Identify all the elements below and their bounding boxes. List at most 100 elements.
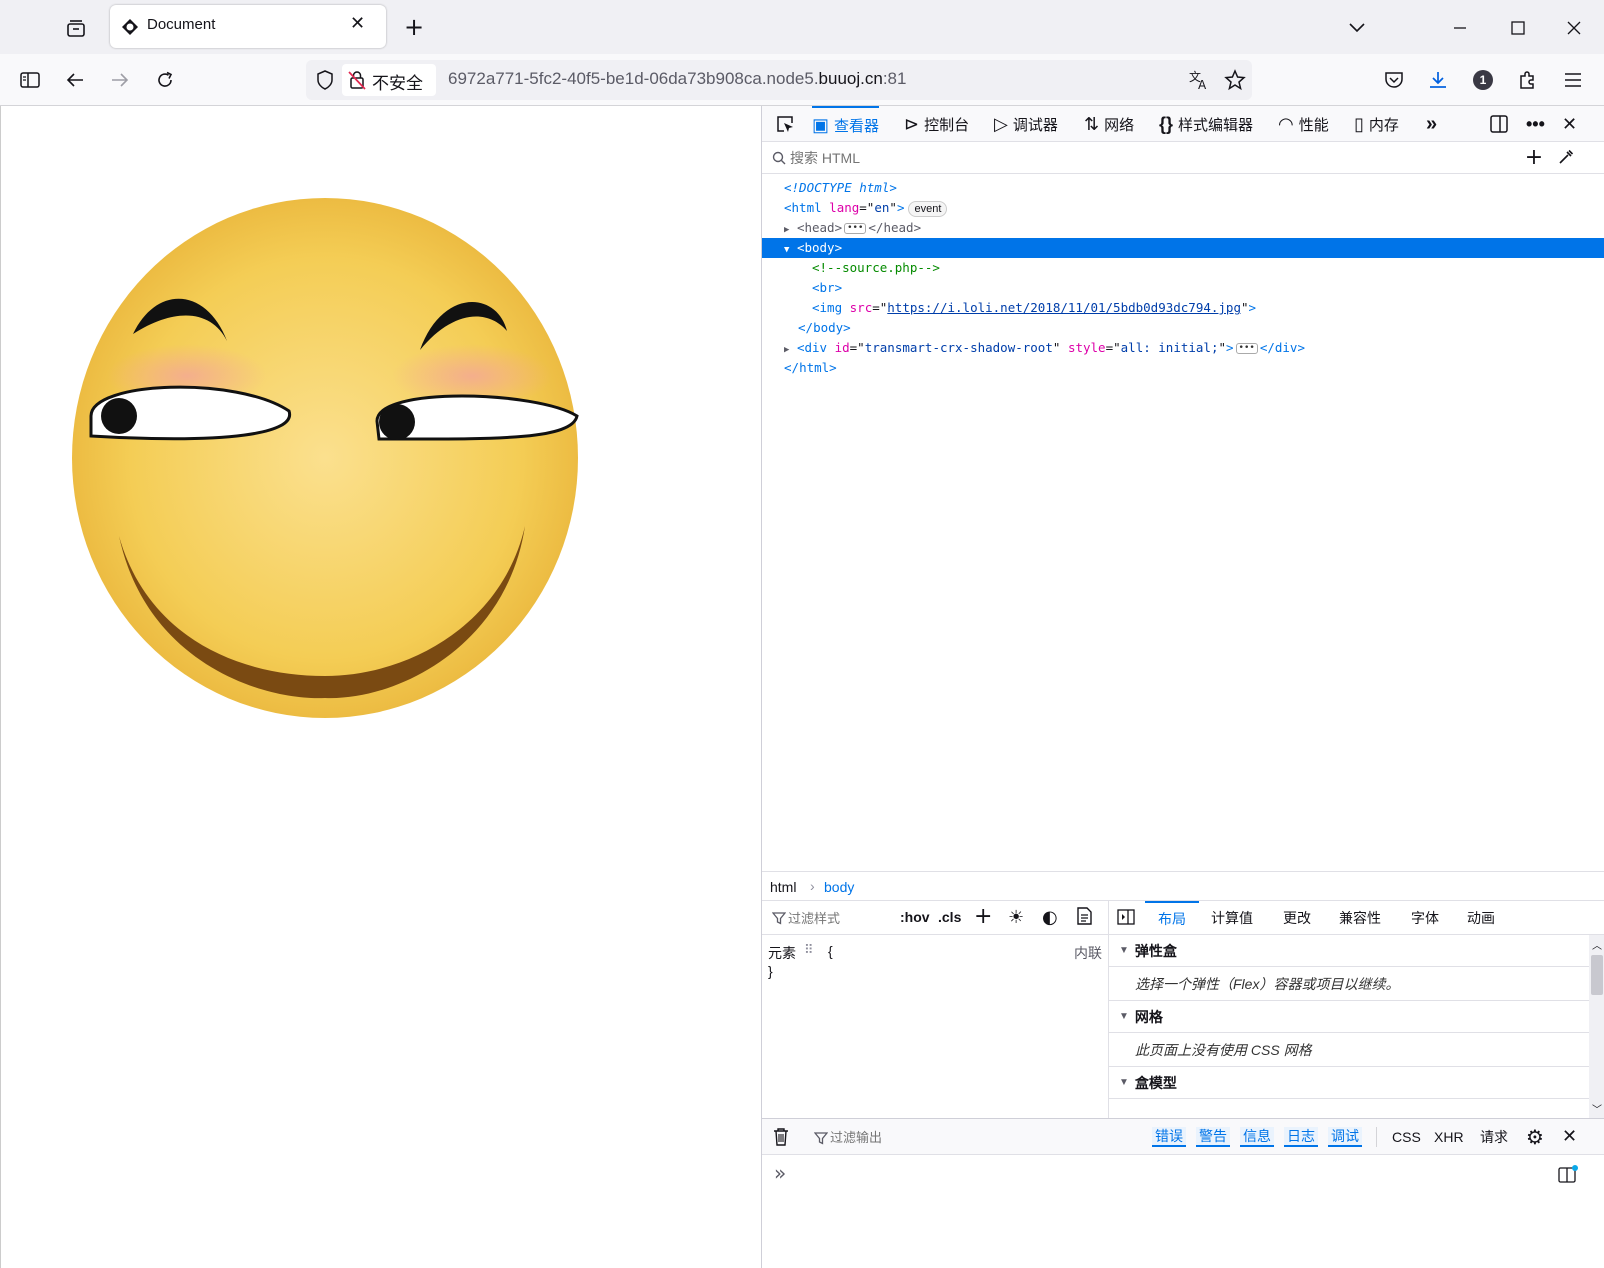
print-media-icon[interactable] — [1076, 907, 1092, 929]
tab-strip: Document ✕ + — [0, 0, 1604, 54]
tab-computed[interactable]: 计算值 — [1211, 901, 1253, 935]
security-indicator[interactable]: 不安全 — [342, 64, 436, 96]
br-node[interactable]: <br> — [812, 278, 842, 298]
ellipsis-icon[interactable]: ••• — [1235, 343, 1258, 354]
downloads-icon[interactable] — [1424, 66, 1452, 94]
breadcrumb-item-body[interactable]: body — [824, 879, 854, 895]
tab-title: Document — [147, 16, 216, 33]
expand-triangle-icon[interactable]: ▶ — [784, 345, 789, 355]
maximize-window-icon[interactable] — [1504, 14, 1532, 42]
html-node[interactable]: <html lang="en"> event — [784, 198, 948, 218]
breadcrumb-item-html[interactable]: html — [770, 879, 796, 895]
grid-section-header[interactable]: ▼ 网格 — [1109, 1001, 1589, 1033]
add-node-icon[interactable]: + — [1522, 145, 1546, 170]
url-text[interactable]: 6972a771-5fc2-40f5-be1d-06da73b908ca.nod… — [448, 69, 906, 89]
filter-warnings-toggle[interactable]: 警告 — [1196, 1119, 1230, 1155]
filter-requests-toggle[interactable]: 请求 — [1480, 1119, 1508, 1155]
pocket-icon[interactable] — [1380, 66, 1408, 94]
doctype-node[interactable]: <!DOCTYPE html> — [784, 178, 897, 198]
layout-scrollbar[interactable]: ︿ ﹀ — [1589, 935, 1604, 1118]
close-window-icon[interactable] — [1560, 14, 1588, 42]
html-close-node[interactable]: </html> — [784, 358, 837, 378]
tab-changes[interactable]: 更改 — [1283, 901, 1311, 935]
account-notification-icon[interactable]: 1 — [1469, 66, 1497, 94]
close-split-console-icon[interactable]: ✕ — [1562, 1126, 1577, 1147]
element-picker-icon[interactable] — [770, 106, 800, 142]
performance-icon: ◠ — [1278, 113, 1294, 134]
scroll-down-chevron-icon[interactable]: ﹀ — [1592, 1101, 1602, 1116]
forward-arrow-icon[interactable] — [106, 66, 134, 94]
app-menu-hamburger-icon[interactable] — [1559, 66, 1587, 94]
filter-xhr-toggle[interactable]: XHR — [1434, 1119, 1464, 1155]
scrollbar-thumb[interactable] — [1591, 955, 1603, 995]
tab-layout[interactable]: 布局 — [1145, 901, 1199, 935]
tab-compatibility[interactable]: 兼容性 — [1339, 901, 1381, 935]
console-input[interactable] — [802, 1163, 1542, 1185]
dock-side-icon[interactable] — [1490, 106, 1508, 142]
rule-grid-icon[interactable]: ⠿ — [804, 943, 814, 958]
browser-tab[interactable]: Document ✕ — [110, 5, 386, 48]
cls-toggle[interactable]: .cls — [938, 909, 961, 925]
filter-debug-toggle[interactable]: 调试 — [1328, 1119, 1362, 1155]
scroll-up-chevron-icon[interactable]: ︿ — [1592, 937, 1602, 952]
tab-animations[interactable]: 动画 — [1467, 901, 1495, 935]
filter-errors-toggle[interactable]: 错误 — [1152, 1119, 1186, 1155]
tab-inspector-label: 查看器 — [834, 117, 880, 135]
close-devtools-icon[interactable]: ✕ — [1562, 106, 1577, 142]
more-tabs-chevron-icon[interactable]: » — [1426, 106, 1437, 142]
tab-memory[interactable]: ▯ 内存 — [1354, 106, 1399, 142]
clear-console-trash-icon[interactable] — [772, 1127, 790, 1151]
editor-mode-icon[interactable] — [1558, 1165, 1578, 1187]
box-model-section-header[interactable]: ▼ 盒模型 — [1109, 1067, 1589, 1099]
translate-icon[interactable]: 文A — [1188, 69, 1210, 95]
new-tab-icon[interactable]: + — [400, 13, 428, 41]
svg-text:A: A — [1198, 78, 1207, 91]
filter-info-toggle[interactable]: 信息 — [1240, 1119, 1274, 1155]
tab-inspector[interactable]: ▣ 查看器 — [812, 106, 880, 142]
list-all-tabs-chevron-down-icon[interactable] — [1343, 14, 1371, 42]
minimize-window-icon[interactable] — [1446, 14, 1474, 42]
close-tab-icon[interactable]: ✕ — [350, 13, 365, 34]
comment-node[interactable]: <!--source.php--> — [812, 258, 940, 278]
eyedropper-icon[interactable] — [1558, 149, 1574, 169]
tab-console[interactable]: ⊳ 控制台 — [904, 106, 969, 142]
filter-output-input[interactable] — [830, 1126, 1030, 1148]
sidebar-toggle-icon[interactable] — [16, 66, 44, 94]
body-node-selected[interactable]: ▼ <body> — [762, 238, 1604, 258]
div-id-attr-name: id — [834, 340, 850, 355]
tab-fonts[interactable]: 字体 — [1411, 901, 1439, 935]
back-arrow-icon[interactable] — [61, 66, 89, 94]
tab-debugger[interactable]: ▷ 调试器 — [994, 106, 1058, 142]
div-node[interactable]: ▶ <div id="transmart-crx-shadow-root" st… — [784, 338, 1305, 358]
url-bar[interactable]: 不安全 6972a771-5fc2-40f5-be1d-06da73b908ca… — [306, 60, 1252, 100]
bookmark-star-icon[interactable] — [1224, 69, 1246, 95]
img-node[interactable]: <img src="https://i.loli.net/2018/11/01/… — [812, 298, 1256, 318]
expand-triangle-icon[interactable]: ▶ — [784, 225, 789, 235]
body-close-node[interactable]: </body> — [798, 318, 851, 338]
toggle-sidebar-icon[interactable] — [1117, 909, 1135, 929]
img-src-link[interactable]: https://i.loli.net/2018/11/01/5bdb0d93dc… — [887, 300, 1241, 315]
collapse-triangle-icon[interactable]: ▼ — [784, 245, 789, 255]
extensions-puzzle-icon[interactable] — [1514, 66, 1542, 94]
reload-icon[interactable] — [151, 66, 179, 94]
hov-toggle[interactable]: :hov — [900, 909, 930, 925]
dark-scheme-contrast-icon[interactable]: ◐ — [1042, 907, 1058, 928]
inline-source-label[interactable]: 内联 — [1074, 943, 1102, 963]
head-node[interactable]: ▶ <head> ••• </head> — [784, 218, 921, 238]
tab-style-editor[interactable]: {} 样式编辑器 — [1159, 106, 1253, 142]
search-html-input[interactable] — [790, 146, 1490, 170]
ellipsis-icon[interactable]: ••• — [844, 223, 867, 234]
flexbox-section-header[interactable]: ▼ 弹性盒 — [1109, 935, 1589, 967]
filter-styles-input[interactable] — [788, 907, 888, 929]
tracking-protection-shield-icon[interactable] — [316, 70, 334, 94]
filter-css-toggle[interactable]: CSS — [1392, 1119, 1421, 1155]
devtools-menu-icon[interactable]: ••• — [1526, 106, 1545, 142]
console-settings-gear-icon[interactable]: ⚙ — [1526, 1125, 1544, 1149]
tab-performance[interactable]: ◠ 性能 — [1278, 106, 1329, 142]
add-rule-icon[interactable]: + — [974, 904, 992, 929]
event-badge[interactable]: event — [908, 201, 948, 217]
tab-list-icon[interactable] — [62, 14, 90, 42]
tab-network[interactable]: ⇅ 网络 — [1084, 106, 1134, 142]
light-scheme-sun-icon[interactable]: ☀ — [1008, 907, 1024, 928]
filter-logs-toggle[interactable]: 日志 — [1284, 1119, 1318, 1155]
